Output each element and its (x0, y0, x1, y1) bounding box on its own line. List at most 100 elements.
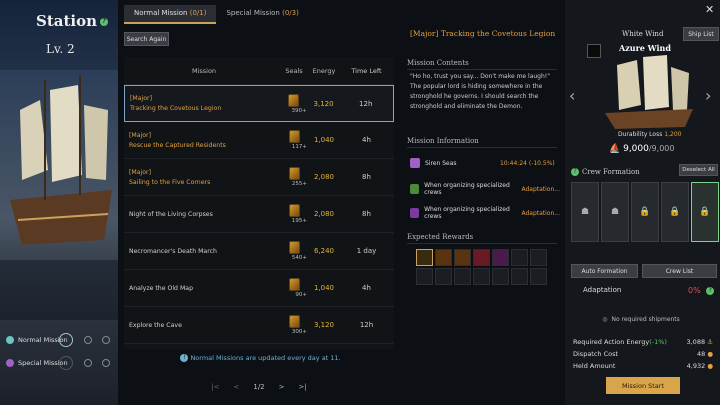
page-indicator: 1/2 (253, 383, 265, 391)
mission-description: "Ho ho, trust you say... Don't make me l… (410, 73, 550, 110)
table-row[interactable]: [Major] Tracking the Covetous Legion 390+… (124, 85, 394, 122)
last-page-icon[interactable]: >| (299, 383, 307, 391)
seal-icon (288, 204, 300, 217)
table-row[interactable]: Explore the Cave 300+ 3,120 12h (124, 307, 394, 344)
page-title: Station? (36, 12, 109, 30)
warning-icon: ◎ (602, 315, 608, 323)
reward-item[interactable] (435, 249, 452, 266)
auto-formation-button[interactable]: Auto Formation (571, 264, 638, 278)
location-row: Siren Seas 10:44:24 (-10.5%) (410, 158, 560, 168)
reward-item[interactable] (473, 249, 490, 266)
pagination: |< < 1/2 > >| (124, 383, 394, 391)
crew-slot-locked: 🔒 (631, 182, 659, 242)
tab-normal-label: Normal Mission (134, 9, 188, 17)
reward-slot (492, 268, 509, 285)
coin-icon: ● (707, 350, 713, 358)
deselect-all-button[interactable]: Deselect All (679, 164, 718, 176)
time-left: 12h (359, 99, 373, 108)
help-icon[interactable]: ? (706, 286, 715, 295)
next-page-icon[interactable]: > (279, 383, 285, 391)
energy-icon: ⚓ (707, 338, 713, 346)
station-title-text: Station (36, 12, 98, 30)
mission-name: [Major] Sailing to the Five Corners (129, 169, 279, 186)
mission-name: [Major] Rescue the Captured Residents (129, 132, 279, 149)
energy-value: 3,120 (313, 99, 334, 108)
table-row[interactable]: [Major] Sailing to the Five Corners 255+ … (124, 159, 394, 196)
notice-text: Normal Missions are updated every day at… (190, 354, 341, 362)
update-notice: ! Normal Missions are updated every day … (124, 354, 394, 362)
energy-value: 6,240 (313, 247, 335, 255)
durability-loss: 1,200 (664, 131, 682, 138)
seal-count: 390+ (291, 107, 307, 114)
special-mission-icon (6, 359, 14, 367)
time-left: 12h (359, 321, 374, 329)
major-tag: [Major] (129, 131, 152, 139)
lock-icon: 🔒 (639, 207, 651, 217)
crew-header: ? Crew Formation (571, 168, 640, 176)
energy-value: 2,080 (313, 173, 335, 181)
durability-value: ⛵ 9,000/9,000 (609, 144, 674, 154)
prev-ship-icon[interactable]: ‹ (569, 86, 575, 105)
close-icon[interactable]: ✕ (705, 3, 714, 16)
tab-special-mission[interactable]: Special Mission (0/3) (216, 5, 308, 24)
ship-name: Azure Wind (619, 43, 671, 53)
info-row: When organizing specialized crews Adapta… (410, 182, 560, 196)
location-name: Siren Seas (425, 159, 457, 167)
crew-slot[interactable]: ☗ (571, 182, 599, 242)
seal-icon (288, 130, 300, 143)
crew-icon: ☗ (610, 207, 620, 217)
header-seals: Seals (285, 66, 303, 75)
mission-detail: [Major] Tracking the Covetous Legion Mis… (404, 27, 560, 397)
sea-icon (410, 158, 420, 168)
table-row[interactable]: Analyze the Old Map 90+ 1,040 4h (124, 270, 394, 307)
reward-slot (511, 249, 528, 266)
time-left: 8h (362, 173, 371, 181)
next-ship-icon[interactable]: › (705, 86, 711, 105)
crew-slot[interactable]: ☗ (601, 182, 629, 242)
search-again-button[interactable]: Search Again (124, 32, 169, 46)
divider (407, 147, 557, 148)
normal-mission-icon (6, 336, 14, 344)
table-row[interactable]: Necromancer's Death March 540+ 6,240 1 d… (124, 233, 394, 270)
ship-panel: ✕ Ship List White Wind Azure Wind ‹ › Du… (565, 0, 720, 405)
first-page-icon[interactable]: |< (211, 383, 219, 391)
divider (407, 243, 557, 244)
tab-normal-mission[interactable]: Normal Mission (0/1) (124, 5, 217, 24)
crew-list-button[interactable]: Crew List (642, 264, 717, 278)
divider (407, 69, 557, 70)
timer-value: 10:44:24 (-10.5%) (500, 159, 555, 167)
seal-icon (288, 278, 300, 291)
info-header: Mission Information (407, 137, 479, 145)
crew-bonus-icon (410, 184, 420, 194)
table-row[interactable]: Night of the Living Corpses 195+ 2,080 8… (124, 196, 394, 233)
prev-page-icon[interactable]: < (233, 383, 239, 391)
seal-count: 90+ (295, 292, 307, 298)
help-icon[interactable]: ? (571, 168, 579, 176)
help-icon[interactable]: ? (100, 18, 109, 26)
special-mission-ring-icon (59, 356, 73, 370)
reward-item[interactable] (416, 249, 433, 266)
ship-list-button[interactable]: Ship List (683, 27, 719, 41)
reward-item[interactable] (492, 249, 509, 266)
header-mission: Mission (191, 66, 217, 75)
mission-name: Necromancer's Death March (129, 247, 217, 255)
time-left: 1 day (356, 247, 377, 255)
mission-title: Sailing to the Five Corners (129, 178, 211, 186)
ship-image (605, 55, 693, 129)
major-tag: [Major] (129, 168, 152, 176)
reward-slot (435, 268, 452, 285)
energy-required: 3,088 (686, 338, 706, 346)
energy-label: Required Action Energy (573, 338, 650, 346)
mission-title: Rescue the Captured Residents (129, 141, 226, 149)
mission-name: [Major] Tracking the Covetous Legion (130, 95, 279, 112)
reward-slot (511, 268, 528, 285)
reward-item[interactable] (454, 249, 471, 266)
durability-row: Durability Loss 1,200 (618, 131, 681, 138)
rewards-header: Expected Rewards (407, 233, 474, 241)
info-text: When organizing specialized crews (424, 182, 510, 196)
table-row[interactable]: [Major] Rescue the Captured Residents 117… (124, 122, 394, 159)
time-left: 8h (362, 210, 371, 218)
detail-title: [Major] Tracking the Covetous Legion (410, 29, 556, 38)
energy-modifier: (-1%) (649, 338, 667, 346)
mission-start-button[interactable]: Mission Start (606, 377, 680, 394)
